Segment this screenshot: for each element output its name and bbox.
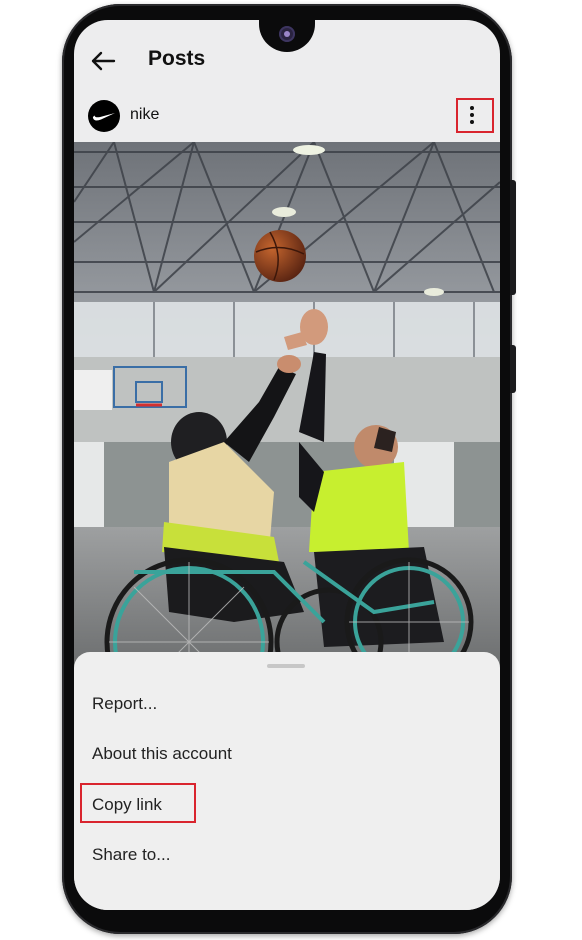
- notch: [259, 20, 315, 52]
- options-bottom-sheet: Report... About this account Copy link S…: [74, 652, 500, 910]
- phone-power-button: [510, 345, 516, 393]
- arrow-left-icon: [91, 51, 116, 71]
- menu-item-report[interactable]: Report...: [92, 694, 157, 714]
- sheet-drag-handle[interactable]: [267, 664, 305, 668]
- phone-volume-button: [510, 180, 516, 295]
- phone-screen: Posts nike Report... About this account …: [74, 20, 500, 910]
- menu-item-about-account[interactable]: About this account: [92, 744, 232, 764]
- page-title: Posts: [148, 47, 206, 70]
- swoosh-logo-icon: [92, 113, 115, 121]
- menu-item-share-to[interactable]: Share to...: [92, 845, 170, 865]
- front-camera-icon: [279, 26, 295, 42]
- copy-link-highlight: [80, 783, 196, 823]
- post-username[interactable]: nike: [130, 106, 159, 124]
- back-button[interactable]: [88, 46, 118, 76]
- avatar[interactable]: [88, 100, 120, 132]
- basketball-photo: [74, 142, 500, 672]
- post-image[interactable]: [74, 142, 500, 672]
- more-options-highlight: [456, 98, 494, 133]
